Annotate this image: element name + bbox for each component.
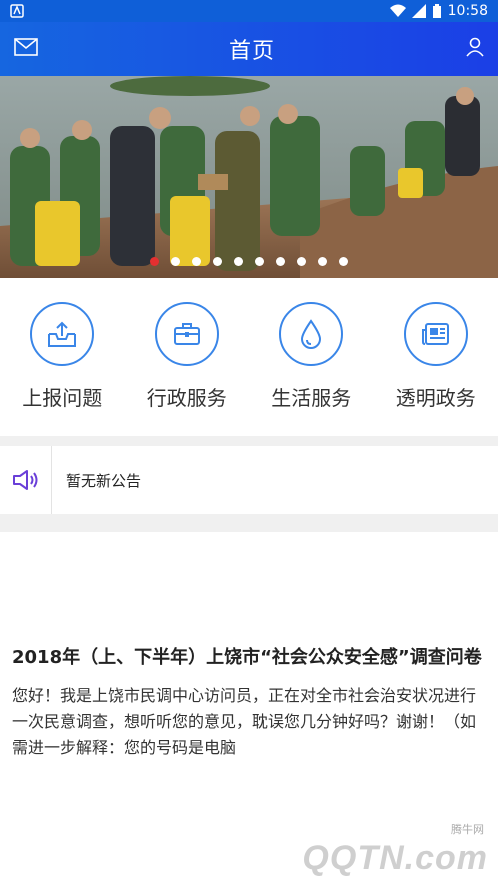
- user-icon[interactable]: [466, 37, 484, 61]
- service-label: 透明政务: [395, 386, 476, 410]
- service-label: 生活服务: [271, 386, 352, 410]
- article-body: 您好！我是上饶市民调中心访问员，正在对全市社会治安状况进行一次民意调查，想听听您…: [12, 686, 477, 757]
- banner-carousel[interactable]: [0, 76, 498, 278]
- mail-icon[interactable]: [14, 38, 38, 60]
- carousel-dot[interactable]: [150, 257, 159, 266]
- watermark-text: QQTN.com: [302, 839, 488, 877]
- carousel-dot[interactable]: [213, 257, 222, 266]
- wifi-icon: [389, 4, 406, 17]
- carousel-dot[interactable]: [297, 257, 306, 266]
- service-transparent-gov[interactable]: 透明政务: [376, 302, 496, 411]
- service-label: 行政服务: [146, 386, 227, 410]
- carousel-dot[interactable]: [192, 257, 201, 266]
- newspaper-icon: [403, 302, 468, 366]
- article-title: 2018年（上、下半年）上饶市“社会公众安全感”调查问卷: [12, 647, 482, 668]
- water-drop-icon: [279, 302, 344, 366]
- service-grid: 上报问题 行政服务 生活服务 透明政务: [0, 278, 498, 436]
- site-watermark: 腾牛网 QQTN.com: [302, 823, 488, 878]
- announcement-text: 暂无新公告: [66, 471, 142, 490]
- signal-icon: [411, 4, 426, 18]
- status-bar: 10:58: [0, 0, 498, 22]
- service-administrative[interactable]: 行政服务: [127, 302, 247, 411]
- carousel-dot[interactable]: [339, 257, 348, 266]
- carousel-dot[interactable]: [171, 257, 180, 266]
- carousel-indicator: [0, 257, 498, 266]
- carousel-dot[interactable]: [234, 257, 243, 266]
- banner-image: [0, 76, 498, 278]
- announcement-bar[interactable]: 暂无新公告: [0, 446, 498, 514]
- service-life[interactable]: 生活服务: [251, 302, 371, 411]
- page-title: 首页: [228, 39, 275, 64]
- briefcase-icon: [154, 302, 219, 366]
- service-report-issue[interactable]: 上报问题: [2, 302, 122, 411]
- article-card[interactable]: 2018年（上、下半年）上饶市“社会公众安全感”调查问卷 您好！我是上饶市民调中…: [0, 532, 498, 884]
- upload-tray-icon: [30, 302, 95, 366]
- service-label: 上报问题: [22, 386, 103, 410]
- carousel-dot[interactable]: [276, 257, 285, 266]
- battery-icon: [432, 3, 441, 18]
- carousel-dot[interactable]: [255, 257, 264, 266]
- app-bar: 首页: [0, 22, 498, 76]
- watermark-small-text: 腾牛网: [451, 823, 484, 836]
- clock-time: 10:58: [447, 3, 488, 19]
- speaker-icon: [0, 446, 52, 514]
- carousel-dot[interactable]: [318, 257, 327, 266]
- notification-icon: [10, 4, 24, 18]
